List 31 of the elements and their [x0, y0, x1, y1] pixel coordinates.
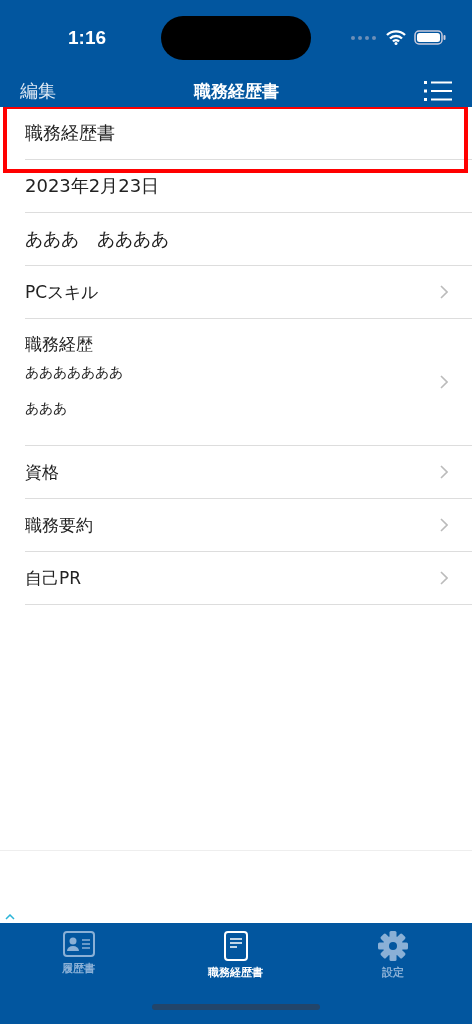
chevron-icon — [440, 518, 448, 532]
row-title: 職務要約 — [25, 513, 94, 537]
row-title: 職務経歴 — [25, 333, 94, 356]
id-card-icon — [62, 931, 95, 957]
row-title: 2023年2月23日 — [25, 174, 161, 198]
document-icon — [224, 931, 248, 961]
chevron-icon — [440, 375, 448, 389]
chevron-icon — [440, 285, 448, 299]
row-title: 職務経歴書 — [25, 121, 116, 145]
settings-icon — [378, 931, 409, 961]
row-title: PCスキル — [25, 280, 100, 304]
signal-icon — [350, 34, 378, 41]
list-row[interactable]: 資格 — [25, 446, 472, 499]
tab-item[interactable]: 職務経歴書 — [157, 923, 315, 998]
list-row[interactable]: PCスキル — [25, 266, 472, 319]
chevron-icon — [440, 571, 448, 585]
edit-link[interactable]: 編集 — [20, 79, 56, 103]
row-title: 自己PR — [25, 566, 83, 590]
nav-title: 職務経歴書 — [193, 80, 279, 101]
row-detail: あああ — [25, 400, 68, 418]
row-title: あああ ああああ — [25, 227, 170, 251]
wifi-icon — [386, 30, 406, 45]
list-row[interactable]: 自己PR — [25, 552, 472, 605]
list-menu-icon[interactable] — [424, 80, 452, 102]
list-row[interactable]: 職務要約 — [25, 499, 472, 552]
row-title: 資格 — [25, 460, 60, 484]
status-time: 1:16 — [68, 26, 108, 49]
chevron-icon — [440, 465, 448, 479]
battery-icon — [414, 30, 446, 45]
row-detail: あああああああ — [25, 364, 124, 382]
list-row[interactable]: 職務経歴 あああああああ あああ — [25, 319, 472, 446]
